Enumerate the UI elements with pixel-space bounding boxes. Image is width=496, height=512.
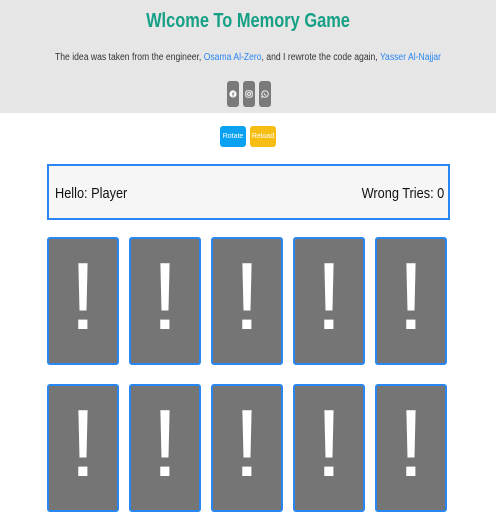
whatsapp-button[interactable] — [259, 81, 271, 107]
card-back-symbol: ! — [397, 390, 425, 497]
card-back-symbol: ! — [151, 390, 179, 497]
reload-button[interactable]: Reload — [250, 126, 276, 147]
card-back-symbol: ! — [397, 243, 425, 350]
card-back-symbol: ! — [233, 390, 261, 497]
whatsapp-icon — [261, 90, 269, 98]
author-link[interactable]: Yasser Al-Najjar — [380, 52, 441, 63]
memory-card[interactable]: ! — [211, 384, 283, 512]
memory-card[interactable]: ! — [129, 237, 201, 365]
memory-card[interactable]: ! — [293, 237, 365, 365]
facebook-icon — [229, 90, 237, 98]
card-back-symbol: ! — [233, 243, 261, 350]
intro-text: The idea was taken from the engineer, Os… — [35, 52, 462, 63]
game-controls: Rotate Reload — [220, 126, 276, 147]
player-greeting: Hello: Player — [55, 185, 128, 202]
memory-card[interactable]: ! — [211, 237, 283, 365]
wrong-tries-counter: Wrong Tries: 0 — [361, 185, 444, 202]
card-back-symbol: ! — [315, 390, 343, 497]
card-back-symbol: ! — [151, 243, 179, 350]
memory-card[interactable]: ! — [375, 384, 447, 512]
instagram-button[interactable] — [243, 81, 255, 107]
intro-middle: , and I rewrote the code again, — [261, 52, 378, 63]
page-title: Wlcome To Memory Game — [146, 10, 350, 32]
rotate-button[interactable]: Rotate — [220, 126, 246, 147]
engineer-link[interactable]: Osama Al-Zero — [204, 52, 262, 63]
memory-card[interactable]: ! — [47, 384, 119, 512]
card-back-symbol: ! — [69, 390, 97, 497]
memory-card[interactable]: ! — [129, 384, 201, 512]
social-links — [227, 81, 271, 107]
memory-card[interactable]: ! — [293, 384, 365, 512]
instagram-icon — [245, 90, 253, 98]
memory-card[interactable]: ! — [47, 237, 119, 365]
memory-card[interactable]: ! — [375, 237, 447, 365]
card-back-symbol: ! — [315, 243, 343, 350]
card-back-symbol: ! — [69, 243, 97, 350]
facebook-button[interactable] — [227, 81, 239, 107]
player-info-bar: Hello: Player Wrong Tries: 0 — [47, 164, 450, 220]
header: Wlcome To Memory Game The idea was taken… — [0, 0, 496, 113]
intro-prefix: The idea was taken from the engineer, — [55, 52, 202, 63]
